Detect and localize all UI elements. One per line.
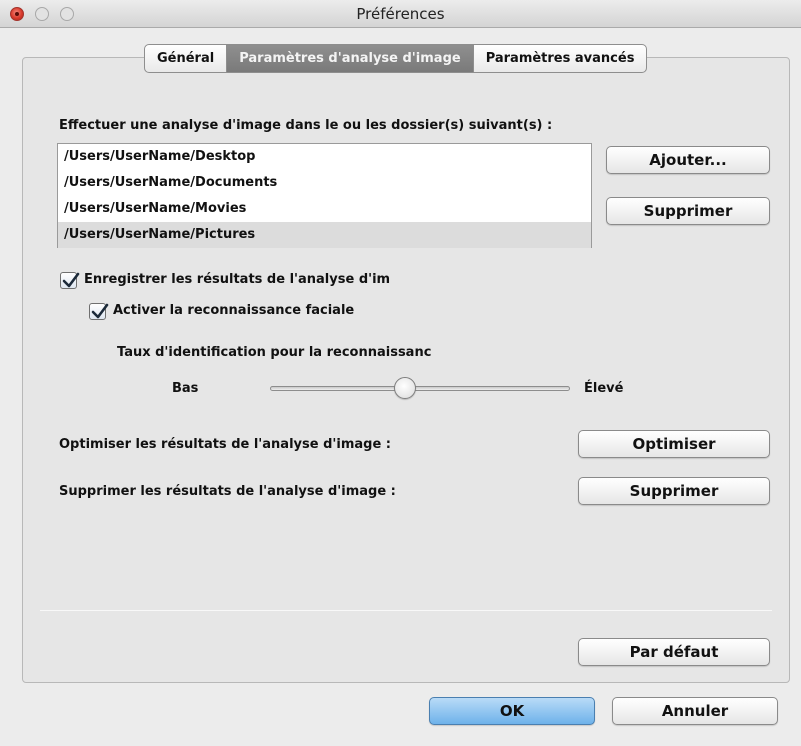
save-results-label[interactable]: Enregistrer les résultats de l'analyse d… bbox=[84, 272, 390, 287]
window-title: Préférences bbox=[356, 5, 445, 23]
ok-button[interactable]: OK bbox=[429, 697, 595, 725]
optimize-button[interactable]: Optimiser bbox=[578, 430, 770, 458]
folder-list-item[interactable]: /Users/UserName/Desktop bbox=[58, 144, 591, 170]
recognition-rate-label: Taux d'identification pour la reconnaiss… bbox=[117, 345, 432, 360]
slider-high-label: Élevé bbox=[584, 381, 624, 396]
face-recognition-checkbox[interactable] bbox=[89, 303, 109, 320]
remove-folder-button[interactable]: Supprimer bbox=[606, 197, 770, 225]
tab-bar: Général Paramètres d'analyse d'image Par… bbox=[144, 44, 648, 73]
folder-list[interactable]: /Users/UserName/Desktop /Users/UserName/… bbox=[57, 143, 592, 248]
folder-list-item[interactable]: /Users/UserName/Movies bbox=[58, 196, 591, 222]
folder-list-item[interactable]: /Users/UserName/Documents bbox=[58, 170, 591, 196]
recognition-rate-slider-track[interactable] bbox=[270, 386, 570, 391]
add-folder-button[interactable]: Ajouter... bbox=[606, 146, 770, 174]
slider-low-label: Bas bbox=[172, 381, 199, 396]
delete-results-button[interactable]: Supprimer bbox=[578, 477, 770, 505]
title-bar[interactable]: Préférences bbox=[0, 0, 801, 28]
folder-list-item-selected[interactable]: /Users/UserName/Pictures bbox=[58, 222, 591, 248]
restore-defaults-button[interactable]: Par défaut bbox=[578, 638, 770, 666]
recognition-rate-slider-knob[interactable] bbox=[394, 377, 416, 399]
divider bbox=[40, 610, 772, 611]
optimize-label: Optimiser les résultats de l'analyse d'i… bbox=[59, 437, 392, 452]
cancel-button[interactable]: Annuler bbox=[612, 697, 778, 725]
checkmark-icon bbox=[62, 272, 80, 288]
preferences-window: Préférences Général Paramètres d'analyse… bbox=[0, 0, 801, 746]
tab-advanced-settings[interactable]: Paramètres avancés bbox=[474, 45, 647, 72]
folders-label: Effectuer une analyse d'image dans le ou… bbox=[59, 118, 553, 133]
save-results-checkbox[interactable] bbox=[60, 272, 80, 289]
tab-image-analysis-settings[interactable]: Paramètres d'analyse d'image bbox=[227, 45, 474, 72]
delete-results-label: Supprimer les résultats de l'analyse d'i… bbox=[59, 484, 396, 499]
face-recognition-label[interactable]: Activer la reconnaissance faciale bbox=[113, 303, 354, 318]
checkmark-icon bbox=[91, 303, 109, 319]
tab-general[interactable]: Général bbox=[145, 45, 228, 72]
